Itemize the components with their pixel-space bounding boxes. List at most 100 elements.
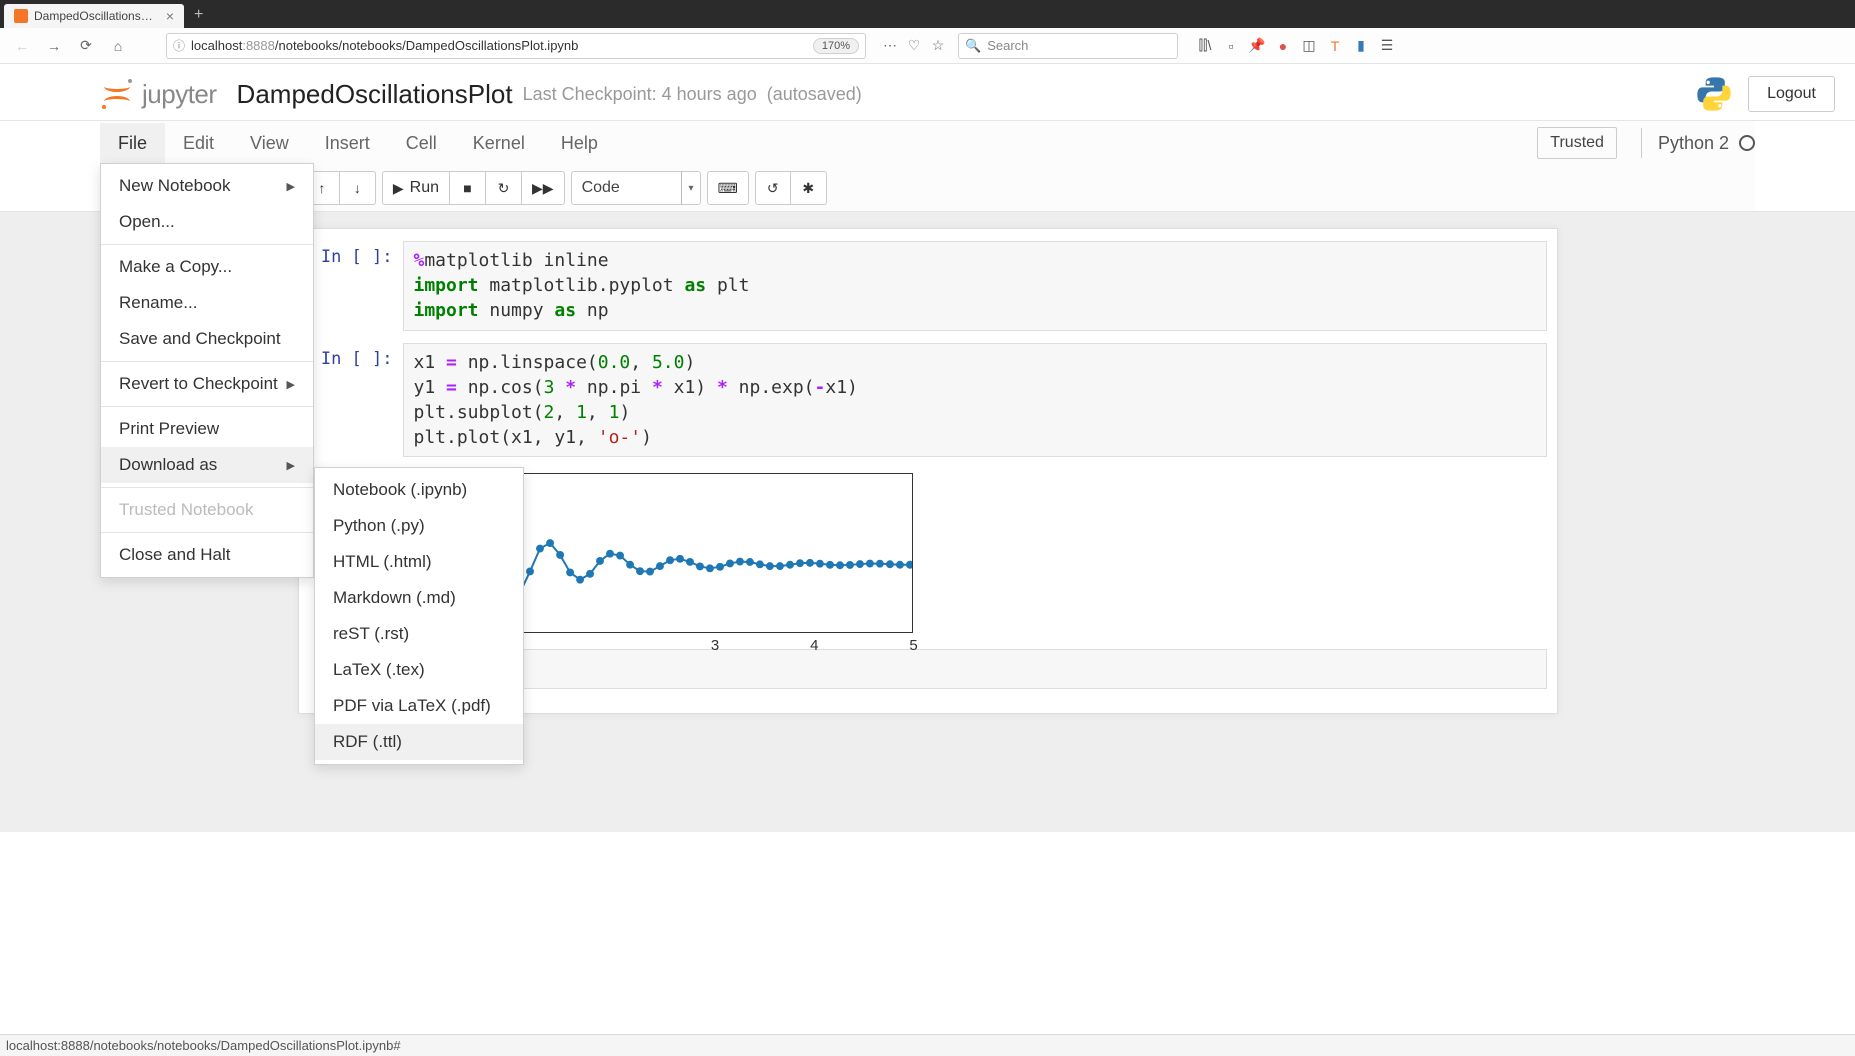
file-download-as[interactable]: Download as▶ <box>101 447 313 483</box>
nbextension-a-button[interactable]: ↺ <box>755 171 791 205</box>
menu-view[interactable]: View <box>232 123 307 164</box>
close-icon[interactable]: × <box>166 8 174 24</box>
menu-separator <box>101 532 313 533</box>
home-button[interactable]: ⌂ <box>104 32 132 60</box>
menu-file[interactable]: File <box>100 123 165 164</box>
file-close-halt[interactable]: Close and Halt <box>101 537 313 573</box>
page-actions: ⋯ ♡ ☆ <box>880 36 948 56</box>
zoom-badge[interactable]: 170% <box>813 38 859 54</box>
file-open[interactable]: Open... <box>101 204 313 240</box>
url-path: /notebooks/notebooks/DampedOscillationsP… <box>275 38 579 53</box>
forward-button[interactable]: → <box>40 32 68 60</box>
download-py[interactable]: Python (.py) <box>315 508 523 544</box>
reload-button[interactable]: ⟳ <box>72 32 100 60</box>
jupyter-logo-icon <box>100 77 134 111</box>
file-rename[interactable]: Rename... <box>101 285 313 321</box>
info-icon: ⓘ <box>173 37 185 54</box>
search-icon: 🔍 <box>965 38 981 54</box>
url-host: localhost <box>191 38 242 53</box>
menu-separator <box>101 487 313 488</box>
interrupt-button[interactable]: ■ <box>450 171 486 205</box>
jupyter-favicon-icon <box>14 9 28 23</box>
file-menu-dropdown: New Notebook▶ Open... Make a Copy... Ren… <box>100 163 314 578</box>
restart-button[interactable]: ↻ <box>486 171 522 205</box>
python-kernel-icon[interactable] <box>1694 74 1748 114</box>
restart-run-all-button[interactable]: ▶▶ <box>522 171 565 205</box>
logout-button[interactable]: Logout <box>1748 76 1835 112</box>
adblock-icon[interactable]: ● <box>1274 37 1292 55</box>
more-icon[interactable]: ⋯ <box>880 36 900 56</box>
kernel-indicator[interactable]: Python 2 <box>1641 128 1755 158</box>
x-tick-label: 5 <box>909 637 917 654</box>
new-tab-button[interactable]: + <box>184 2 213 28</box>
input-prompt: In [ ]: <box>309 241 403 331</box>
chevron-right-icon: ▶ <box>287 378 295 391</box>
sidebar-icon[interactable]: ◫ <box>1300 37 1318 55</box>
download-rst[interactable]: reST (.rst) <box>315 616 523 652</box>
bookmark-star-icon[interactable]: ☆ <box>928 36 948 56</box>
code-input[interactable]: %matplotlib inline import matplotlib.pyp… <box>403 241 1547 331</box>
library-icon[interactable]: ⫿⫿\ <box>1196 37 1214 55</box>
input-prompt: In [ ]: <box>309 343 403 458</box>
pin-icon[interactable]: 📌 <box>1248 37 1266 55</box>
menu-separator <box>101 361 313 362</box>
code-cell[interactable]: In [ ]: x1 = np.linspace(0.0, 5.0) y1 = … <box>309 343 1547 458</box>
code-cell[interactable]: In [ ]: %matplotlib inline import matplo… <box>309 241 1547 331</box>
chevron-right-icon: ▶ <box>287 459 295 472</box>
file-revert-checkpoint[interactable]: Revert to Checkpoint▶ <box>101 366 313 402</box>
nbextension-b-button[interactable]: ✱ <box>791 171 827 205</box>
tab-title: DampedOscillationsPlot <box>34 9 160 23</box>
browser-tab[interactable]: DampedOscillationsPlot × <box>4 4 184 28</box>
reader-icon[interactable]: ♡ <box>904 36 924 56</box>
kernel-idle-icon <box>1739 135 1755 151</box>
extension-books-icon[interactable]: ▮ <box>1352 37 1370 55</box>
extension-t-icon[interactable]: T <box>1326 37 1344 55</box>
menu-kernel[interactable]: Kernel <box>455 123 543 164</box>
menu-insert[interactable]: Insert <box>307 123 388 164</box>
menubar: File Edit View Insert Cell Kernel Help T… <box>100 121 1755 165</box>
file-save-checkpoint[interactable]: Save and Checkpoint <box>101 321 313 357</box>
menu-separator <box>101 244 313 245</box>
file-make-copy[interactable]: Make a Copy... <box>101 249 313 285</box>
notebook-name[interactable]: DampedOscillationsPlot <box>237 79 513 110</box>
command-palette-button[interactable]: ⌨ <box>707 171 749 205</box>
browser-toolbar: ← → ⟳ ⌂ ⓘ localhost:8888/notebooks/noteb… <box>0 28 1855 64</box>
x-tick-label: 4 <box>810 637 818 654</box>
download-as-submenu: Notebook (.ipynb) Python (.py) HTML (.ht… <box>314 467 524 765</box>
jupyter-logo-text: jupyter <box>142 79 217 110</box>
search-input[interactable]: 🔍 Search <box>958 33 1178 59</box>
cell-type-select[interactable]: Code <box>571 171 701 205</box>
download-tex[interactable]: LaTeX (.tex) <box>315 652 523 688</box>
kernel-name: Python 2 <box>1658 133 1729 154</box>
code-input[interactable] <box>403 649 1547 688</box>
jupyter-header: jupyter DampedOscillationsPlot Last Chec… <box>0 64 1855 120</box>
x-tick-label: 3 <box>711 637 719 654</box>
toolbar: 💾 ✚ ✂ ⧉ 📋 ↑ ↓ ▶Run ■ ↻ ▶▶ Code ▾ ⌨ ↺ ✱ <box>100 165 1755 211</box>
run-button[interactable]: ▶Run <box>382 171 450 205</box>
plot-output: −0.345 <box>403 469 1547 637</box>
checkpoint-status: Last Checkpoint: 4 hours ago (autosaved) <box>523 84 862 105</box>
file-new-notebook[interactable]: New Notebook▶ <box>101 168 313 204</box>
chevron-right-icon: ▶ <box>287 180 295 193</box>
toolbar-right: ⫿⫿\ ▫ 📌 ● ◫ T ▮ ☰ <box>1196 37 1396 55</box>
menu-help[interactable]: Help <box>543 123 616 164</box>
move-down-button[interactable]: ↓ <box>340 171 376 205</box>
trusted-indicator[interactable]: Trusted <box>1537 127 1617 159</box>
hamburger-icon[interactable]: ☰ <box>1378 37 1396 55</box>
menu-edit[interactable]: Edit <box>165 123 232 164</box>
file-print-preview[interactable]: Print Preview <box>101 411 313 447</box>
pocket-icon[interactable]: ▫ <box>1222 37 1240 55</box>
code-input[interactable]: x1 = np.linspace(0.0, 5.0) y1 = np.cos(3… <box>403 343 1547 458</box>
url-bar[interactable]: ⓘ localhost:8888/notebooks/notebooks/Dam… <box>166 33 866 59</box>
jupyter-logo[interactable]: jupyter <box>100 77 217 111</box>
browser-statusbar: localhost:8888/notebooks/notebooks/Dampe… <box>0 1034 1855 1056</box>
download-pdf[interactable]: PDF via LaTeX (.pdf) <box>315 688 523 724</box>
download-ipynb[interactable]: Notebook (.ipynb) <box>315 472 523 508</box>
download-rdf[interactable]: RDF (.ttl) <box>315 724 523 760</box>
search-placeholder: Search <box>987 38 1028 53</box>
menu-separator <box>101 406 313 407</box>
menu-cell[interactable]: Cell <box>388 123 455 164</box>
download-html[interactable]: HTML (.html) <box>315 544 523 580</box>
download-md[interactable]: Markdown (.md) <box>315 580 523 616</box>
back-button[interactable]: ← <box>8 32 36 60</box>
